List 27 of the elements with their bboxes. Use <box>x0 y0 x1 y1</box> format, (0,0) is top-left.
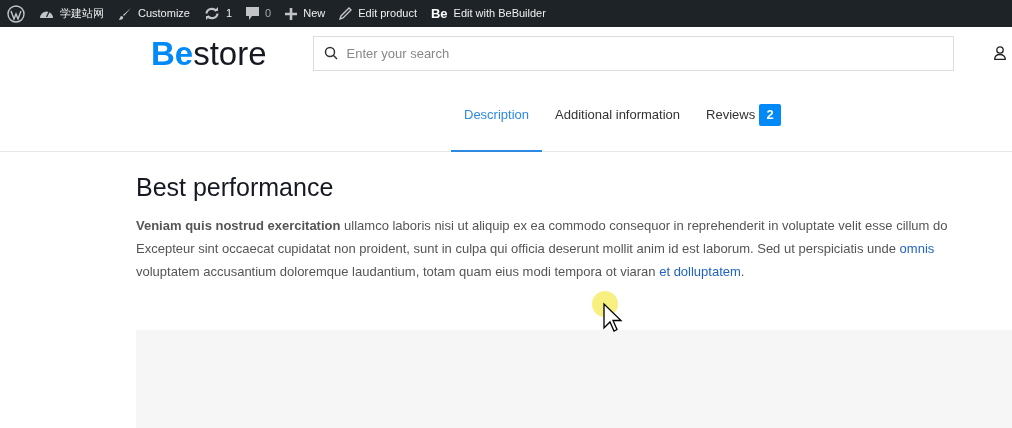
text-link[interactable]: omnis <box>899 241 935 256</box>
user-icon[interactable] <box>993 46 1006 60</box>
admin-bar-link[interactable]: New <box>303 5 326 22</box>
admin-bar-link[interactable]: 1 <box>225 5 233 22</box>
admin-bar-link[interactable]: 学建站网 <box>60 5 104 22</box>
admin-bar-link[interactable]: Edit with BeBuilder <box>453 5 546 22</box>
admin-bar-link[interactable]: Customize <box>138 5 190 22</box>
tab[interactable]: Description <box>451 79 543 152</box>
bebuilder-logo-icon: Be <box>430 3 448 24</box>
mouse-cursor-icon <box>591 290 623 334</box>
brush-icon <box>118 6 132 21</box>
text-link[interactable]: et dolluptatem <box>659 264 741 279</box>
wordpress-logo-icon[interactable] <box>7 4 25 23</box>
search-field[interactable]: Enter your search <box>312 35 954 71</box>
section-heading: Best performance <box>136 172 335 202</box>
plus-icon <box>285 7 298 20</box>
tab[interactable]: Reviews 2 <box>693 79 795 151</box>
refresh-icon <box>203 7 220 20</box>
pencil-icon <box>339 7 353 20</box>
comment-icon <box>246 6 260 21</box>
tab[interactable]: Additional information <box>542 79 694 151</box>
search-icon <box>323 45 338 60</box>
admin-bar-link[interactable]: 0 <box>265 5 272 22</box>
count-badge: 2 <box>759 104 782 126</box>
description-paragraph: Veniam quis nostrud exercitation ullamco laboris nisi ut aliquip ex ea commodo consequor in reprehenderit in voluptate velit esse cillum do Excepteur sint occaecat cupidatat non proident, sunt in culpa qui officia deserunt mollit anim id est laborum. Sed ut perspiciatis unde omnis voluptatem accusantium doloremque laudantium, totam quam eius modi tempora ot viaran et dolluptatem. <box>136 217 948 281</box>
admin-bar-link[interactable]: Edit product <box>358 5 417 22</box>
logo[interactable]: Bestore <box>151 36 267 70</box>
